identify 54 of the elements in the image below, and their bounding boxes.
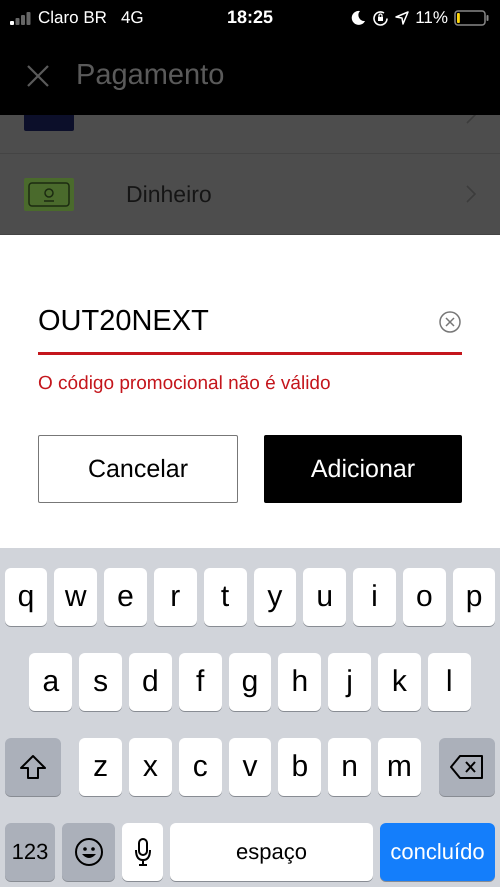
- letter-key[interactable]: m: [378, 738, 421, 796]
- backspace-icon: [448, 754, 485, 780]
- shift-icon: [19, 754, 47, 780]
- letter-key[interactable]: i: [353, 568, 396, 626]
- letter-key[interactable]: v: [228, 738, 272, 796]
- moon-icon: [350, 10, 366, 26]
- signal-icon: [10, 11, 32, 25]
- emoji-key[interactable]: [62, 823, 115, 881]
- clear-icon[interactable]: [438, 310, 462, 334]
- numbers-key[interactable]: 123: [5, 823, 55, 881]
- error-message: O código promocional não é válido: [38, 373, 332, 395]
- letter-key[interactable]: f: [178, 653, 222, 711]
- done-key[interactable]: concluído: [380, 823, 495, 881]
- letter-key[interactable]: k: [378, 653, 421, 711]
- backspace-key[interactable]: [438, 738, 495, 796]
- shift-key[interactable]: [5, 738, 61, 796]
- battery-icon: [454, 10, 490, 26]
- letter-key[interactable]: j: [328, 653, 371, 711]
- rotation-lock-icon: [372, 10, 390, 26]
- letter-key[interactable]: e: [104, 568, 147, 626]
- letter-key[interactable]: d: [129, 653, 172, 711]
- location-arrow-icon: [395, 11, 410, 25]
- letter-key[interactable]: h: [278, 653, 322, 711]
- microphone-key[interactable]: [122, 823, 163, 881]
- letter-key[interactable]: g: [228, 653, 272, 711]
- add-button[interactable]: Adicionar: [264, 435, 462, 503]
- letter-key[interactable]: c: [178, 738, 222, 796]
- letter-key[interactable]: l: [428, 653, 471, 711]
- carrier-name: Claro BR: [38, 8, 107, 28]
- cancel-button[interactable]: Cancelar: [38, 435, 238, 503]
- letter-key[interactable]: b: [278, 738, 322, 796]
- letter-key[interactable]: n: [328, 738, 371, 796]
- banknote-icon: [24, 178, 74, 210]
- network-type: 4G: [120, 8, 144, 28]
- letter-key[interactable]: p: [452, 568, 496, 626]
- battery-percent: 11%: [415, 8, 448, 28]
- letter-key[interactable]: z: [79, 738, 122, 796]
- letter-key[interactable]: t: [204, 568, 246, 626]
- close-icon[interactable]: [26, 64, 50, 88]
- letter-key[interactable]: w: [54, 568, 98, 626]
- letter-key[interactable]: y: [254, 568, 296, 626]
- space-key[interactable]: espaço: [170, 823, 373, 881]
- letter-key[interactable]: q: [4, 568, 48, 626]
- promo-code-field[interactable]: OUT20NEXT: [38, 305, 438, 338]
- letter-key[interactable]: o: [402, 568, 446, 626]
- letter-key[interactable]: r: [154, 568, 197, 626]
- emoji-icon: [74, 837, 104, 867]
- page-title: Pagamento: [76, 59, 224, 92]
- letter-key[interactable]: u: [303, 568, 346, 626]
- letter-key[interactable]: x: [129, 738, 172, 796]
- microphone-icon: [134, 837, 152, 867]
- letter-key[interactable]: a: [29, 653, 72, 711]
- letter-key[interactable]: s: [79, 653, 122, 711]
- clock-time: 18:25: [226, 7, 274, 28]
